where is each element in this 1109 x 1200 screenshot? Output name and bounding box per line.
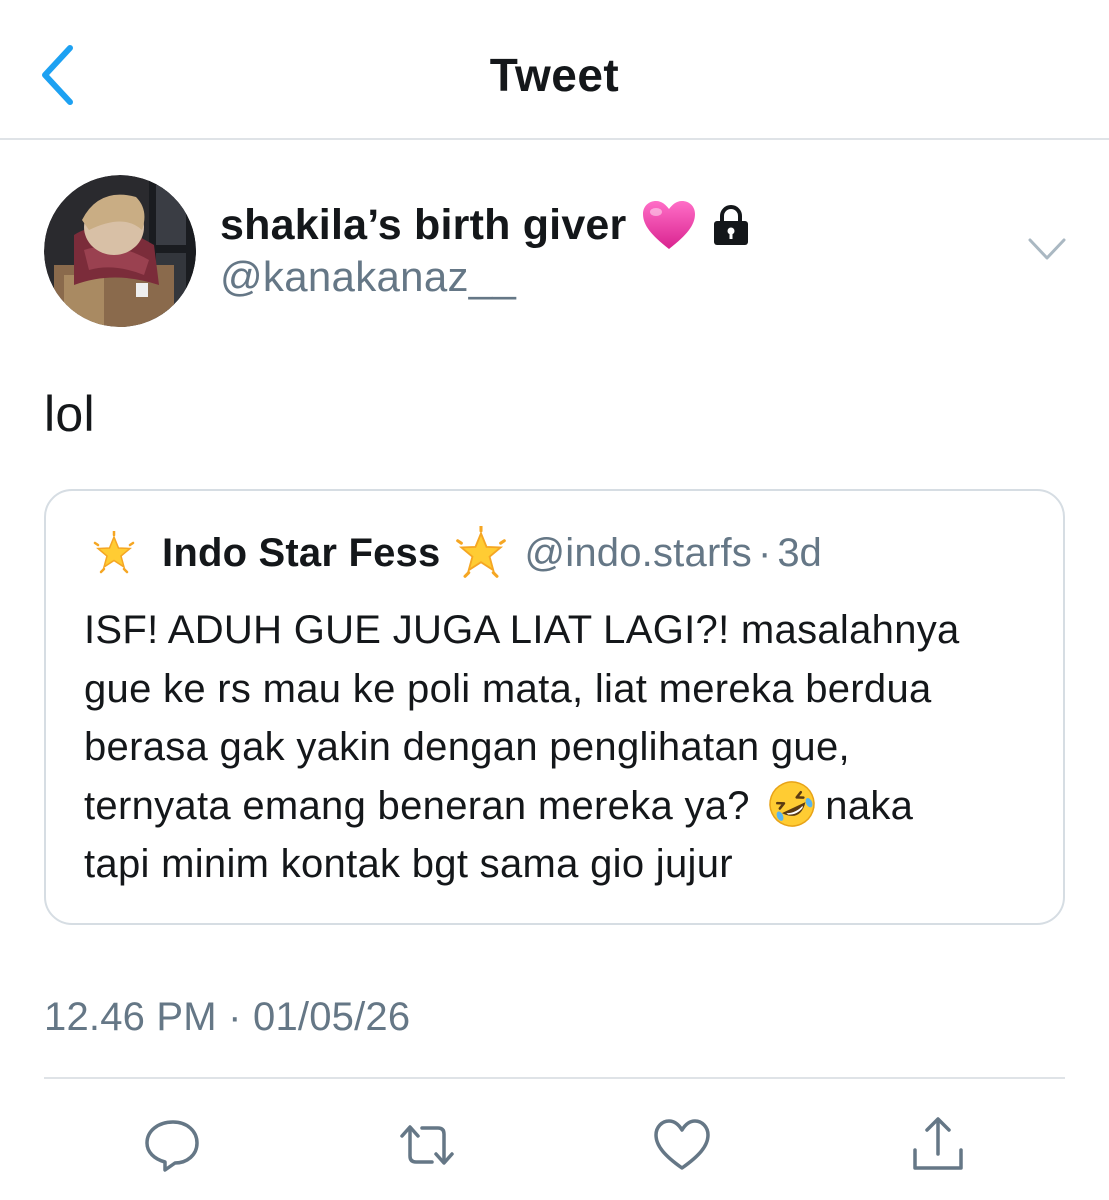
author-handle[interactable]: @kanakanaz__ (220, 253, 516, 301)
quoted-tweet-line: tapi minim kontak bgt sama gio jujur (84, 842, 733, 886)
pink-heart-icon (641, 199, 697, 251)
tweet-date: 01/05/26 (253, 995, 411, 1039)
action-bar (0, 1110, 1109, 1180)
quoted-tweet-time: 3d (777, 530, 822, 575)
avatar[interactable] (44, 175, 196, 327)
nav-bar: Tweet (0, 0, 1109, 140)
dot-separator: · (757, 530, 772, 575)
quoted-tweet-line-part: naka (825, 783, 914, 828)
page-title: Tweet (489, 49, 620, 101)
lock-icon (709, 203, 753, 247)
retweet-icon (400, 1125, 454, 1165)
quoted-tweet-header: Indo Star Fess @indo.starfs · 3d (92, 524, 822, 581)
author-name-row[interactable]: shakila’s birth giver (220, 195, 753, 255)
like-icon (654, 1119, 710, 1170)
glowing-star-icon (454, 524, 508, 580)
like-button[interactable] (647, 1110, 717, 1180)
tweet-time: 12.46 PM (44, 995, 217, 1039)
rolling-laughing-icon (767, 779, 817, 829)
quoted-tweet-line: ISF! ADUH GUE JUGA LIAT LAGI?! masalahny… (84, 608, 960, 652)
quoted-tweet-line: gue ke rs mau ke poli mata, liat mereka … (84, 666, 932, 711)
chevron-down-icon (1028, 238, 1066, 260)
reply-icon (145, 1120, 199, 1172)
tweet-text: lol (44, 386, 95, 442)
quoted-tweet-line: berasa gak yakin dengan penglihatan gue, (84, 725, 850, 769)
share-icon (913, 1117, 963, 1170)
more-options-button[interactable] (1026, 232, 1068, 266)
tweet-timestamp: 12.46 PM · 01/05/26 (44, 995, 410, 1040)
share-button[interactable] (903, 1110, 973, 1180)
dot-separator: · (228, 995, 242, 1039)
quoted-tweet-line-part: ternyata emang beneran mereka ya? (84, 783, 750, 828)
quoted-tweet-card[interactable]: Indo Star Fess @indo.starfs · 3d ISF! AD… (44, 489, 1065, 925)
quoted-tweet-text: ISF! ADUH GUE JUGA LIAT LAGI?! masalahny… (84, 601, 1044, 894)
retweet-button[interactable] (392, 1110, 462, 1180)
quoted-author-name: Indo Star Fess (162, 530, 441, 575)
reply-button[interactable] (137, 1110, 207, 1180)
author-display-name: shakila’s birth giver (220, 200, 627, 249)
glowing-star-icon (92, 529, 136, 575)
divider (44, 1077, 1065, 1079)
quoted-tweet-line: ternyata emang beneran mereka ya? naka (84, 777, 1044, 836)
quoted-author-handle: @indo.starfs (524, 530, 752, 575)
